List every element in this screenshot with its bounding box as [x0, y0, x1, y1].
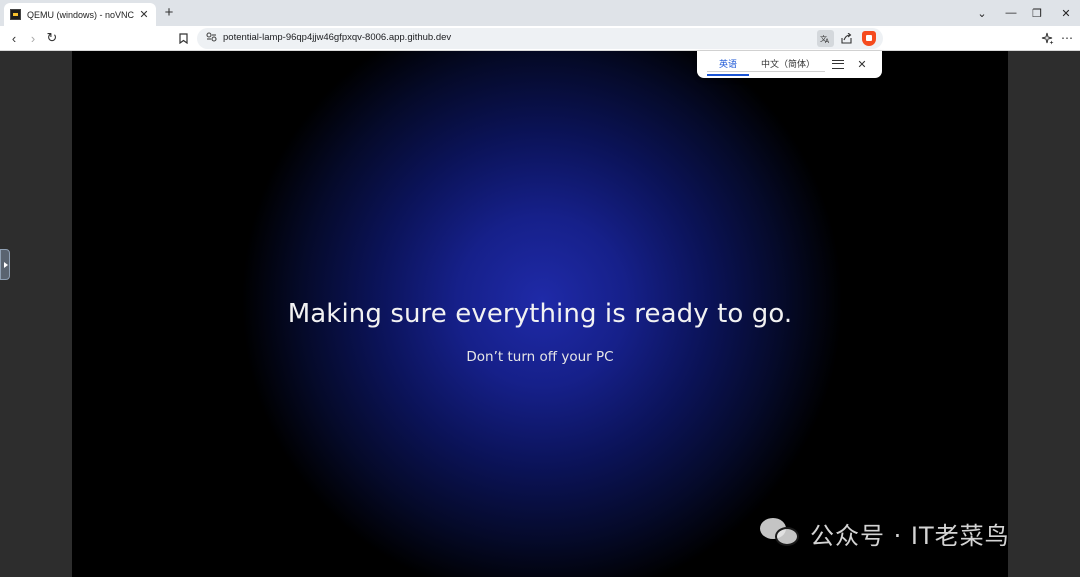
minimize-button[interactable]: — — [1000, 3, 1022, 23]
vnc-screen[interactable]: Making sure everything is ready to go. D… — [72, 51, 1008, 577]
qemu-favicon-icon — [10, 9, 21, 20]
tab-close-icon[interactable]: ✕ — [138, 8, 150, 21]
translate-options-menu-icon[interactable] — [830, 56, 846, 72]
translate-icon[interactable]: 文A — [817, 30, 834, 47]
restore-button[interactable]: ❐ — [1026, 3, 1048, 23]
browser-toolbar: ‹ › ↻ potential-lamp-96qp4jjw46gfpxqv-80… — [0, 26, 1080, 51]
watermark-text: 公众号 · IT老菜鸟 — [810, 521, 1010, 550]
tab-strip: QEMU (windows) - noVNC ✕ + ⌄ — ❐ ✕ — [0, 0, 1080, 26]
setup-headline: Making sure everything is ready to go. — [287, 299, 793, 329]
reload-button[interactable]: ↻ — [43, 29, 61, 47]
forward-button[interactable]: › — [24, 29, 42, 47]
page-content: Making sure everything is ready to go. D… — [0, 51, 1080, 577]
brave-shield-icon[interactable] — [862, 31, 876, 46]
address-bar[interactable]: potential-lamp-96qp4jjw46gfpxqv-8006.app… — [197, 28, 883, 49]
svg-text:A: A — [825, 38, 830, 44]
translate-popup: 英语 中文（简体） ✕ — [697, 51, 882, 78]
novnc-control-bar-handle[interactable] — [0, 249, 10, 280]
ai-sparkle-icon[interactable] — [1038, 29, 1056, 47]
site-settings-icon[interactable] — [205, 32, 217, 44]
new-tab-button[interactable]: + — [160, 4, 178, 22]
close-window-button[interactable]: ✕ — [1055, 3, 1077, 23]
wechat-watermark: 公众号 · IT老菜鸟 — [760, 515, 1010, 551]
url-text: potential-lamp-96qp4jjw46gfpxqv-8006.app… — [223, 32, 452, 43]
setup-subtext: Don’t turn off your PC — [466, 349, 614, 365]
wechat-logo-icon — [760, 516, 802, 550]
tab-title: QEMU (windows) - noVNC — [27, 9, 135, 20]
bookmark-icon[interactable] — [174, 29, 192, 47]
browser-menu-icon[interactable]: ⋯ — [1058, 29, 1076, 47]
tab-search-chevron-icon[interactable]: ⌄ — [971, 3, 993, 23]
lang-tab-target[interactable]: 中文（简体） — [761, 57, 815, 74]
browser-tab[interactable]: QEMU (windows) - noVNC ✕ — [4, 3, 156, 26]
share-icon[interactable] — [838, 30, 855, 47]
translate-close-icon[interactable]: ✕ — [854, 56, 870, 72]
back-button[interactable]: ‹ — [5, 29, 23, 47]
lang-tab-source[interactable]: 英语 — [707, 57, 749, 76]
